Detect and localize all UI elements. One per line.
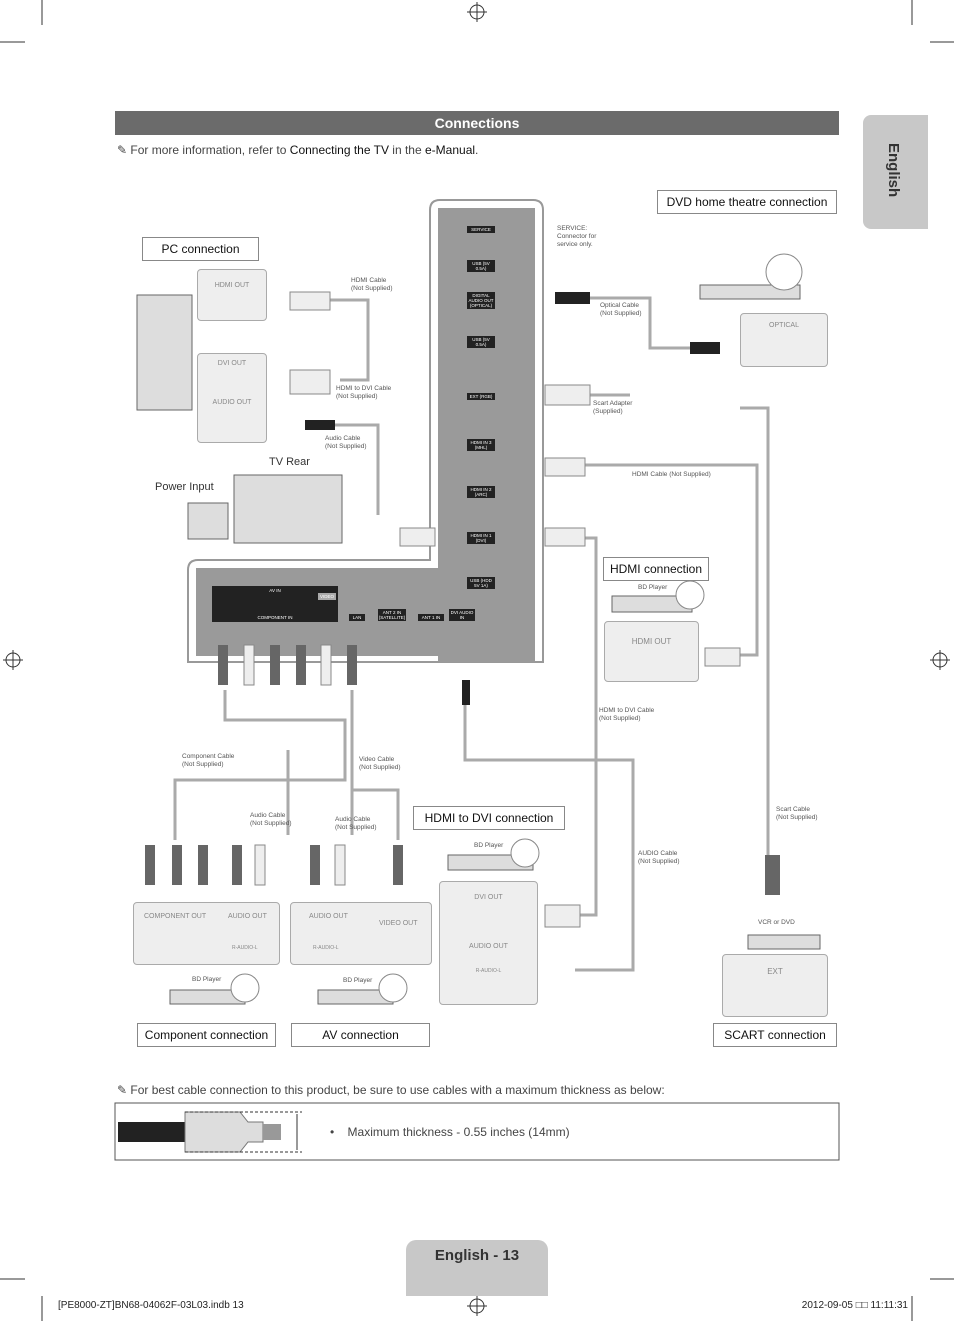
link-connecting-tv[interactable]: Connecting the TV [290, 143, 389, 157]
tv-rear-label: TV Rear [269, 456, 310, 468]
service-note: SERVICE: Connector for service only. [557, 225, 597, 248]
link-e-manual[interactable]: e-Manual [425, 143, 475, 157]
tv-port-dvi-audio: DVI AUDIO IN [449, 609, 475, 621]
pencil-icon: ✎ [117, 143, 131, 157]
tv-port-ant2: ANT 2 IN (SATELLITE) [378, 609, 406, 621]
power-input-label: Power Input [155, 481, 214, 493]
device-label: BD Player [474, 842, 504, 849]
cable-label: HDMI to DVI Cable (Not Supplied) [599, 707, 655, 722]
cable-label: HDMI to DVI Cable (Not Supplied) [336, 385, 392, 400]
tv-port-video: VIDEO [318, 593, 336, 600]
page-title: Connections [115, 111, 839, 135]
cable-label: Scart Adapter (Supplied) [593, 400, 633, 415]
tv-port-hdmi2: HDMI IN 2 (ARC) [467, 486, 495, 498]
component-out-box: COMPONENT OUT AUDIO OUT R-AUDIO-L [133, 902, 280, 965]
optical-box: OPTICAL [740, 313, 828, 367]
language-tab: English [863, 115, 928, 229]
footer-date: 2012-09-05 □□ 11:11:31 [801, 1300, 908, 1311]
section-hdmi: HDMI connection [603, 557, 709, 581]
tv-port-lan: LAN [349, 614, 365, 621]
cable-label: Audio Cable (Not Supplied) [335, 816, 377, 831]
tv-port-usb: USB (5V 0.5A) [467, 336, 495, 348]
section-component: Component connection [137, 1023, 276, 1047]
tv-port-optical: DIGITAL AUDIO OUT (OPTICAL) [467, 292, 495, 309]
cable-label: HDMI Cable (Not Supplied) [632, 471, 711, 478]
note-top: ✎ For more information, refer to Connect… [117, 143, 479, 157]
device-label: BD Player [192, 976, 222, 983]
ext-box: EXT [722, 954, 828, 1017]
tv-port-ant1: ANT 1 IN [418, 614, 444, 621]
pc-hdmi-out-box: HDMI OUT [197, 269, 267, 321]
page-number: English - 13 [406, 1240, 548, 1296]
tv-port-component-in: COMPONENT IN [257, 615, 293, 620]
section-scart: SCART connection [713, 1023, 837, 1047]
cable-label: Video Cable (Not Supplied) [359, 756, 401, 771]
cable-label: HDMI Cable (Not Supplied) [351, 277, 393, 292]
thickness-bullet: • Maximum thickness - 0.55 inches (14mm) [330, 1125, 570, 1139]
tv-port-hdmi1: HDMI IN 1 (DVI) [467, 532, 495, 544]
section-dvd: DVD home theatre connection [657, 190, 837, 214]
bd-dvi-audio-box: DVI OUT AUDIO OUT R-AUDIO-L [439, 881, 538, 1005]
tv-port-service: SERVICE [467, 226, 495, 233]
tv-port-av-in: AV IN [269, 588, 281, 593]
tv-port-usb: USB (5V 0.5A) [467, 260, 495, 272]
device-label: BD Player [343, 977, 373, 984]
device-label: BD Player [638, 584, 668, 591]
tv-port-ext: EXT (RGB) [467, 393, 495, 400]
tv-port-usb-hdd: USB (HDD 5V 1A) [467, 577, 495, 589]
section-pc: PC connection [142, 237, 259, 261]
cable-label: Audio Cable (Not Supplied) [250, 812, 292, 827]
note-bottom: ✎ For best cable connection to this prod… [117, 1083, 665, 1097]
cable-label: Component Cable (Not Supplied) [182, 753, 235, 768]
section-av: AV connection [291, 1023, 430, 1047]
section-hdmi-dvi: HDMI to DVI connection [413, 806, 565, 830]
device-label: VCR or DVD [758, 919, 795, 926]
footer-file: [PE8000-ZT]BN68-04062F-03L03.indb 13 [58, 1300, 244, 1311]
cable-label: Optical Cable (Not Supplied) [600, 302, 642, 317]
bd-hdmi-out-box: HDMI OUT [604, 621, 699, 682]
cable-label: AUDIO Cable (Not Supplied) [638, 850, 680, 865]
cable-label: Scart Cable (Not Supplied) [776, 806, 818, 821]
pencil-icon: ✎ [117, 1083, 131, 1097]
av-out-box: AUDIO OUT VIDEO OUT R-AUDIO-L [290, 902, 432, 965]
tv-port-hdmi3: HDMI IN 3 (MHL) [467, 439, 495, 451]
pc-dvi-audio-box: DVI OUT AUDIO OUT [197, 353, 267, 443]
cable-label: Audio Cable (Not Supplied) [325, 435, 367, 450]
